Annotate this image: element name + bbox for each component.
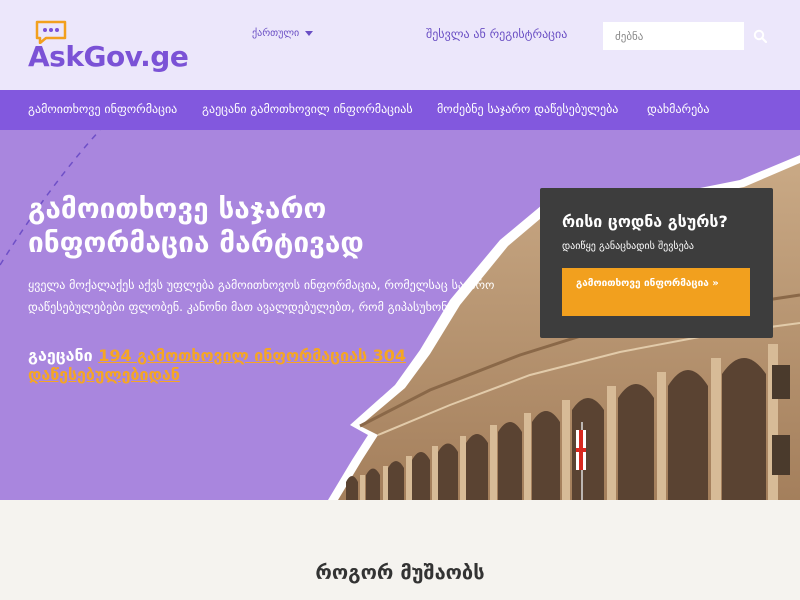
cta-title: რისი ცოდნა გსურს? [562,212,728,231]
cta-subtitle: დაიწყე განაცხადის შევსება [562,241,694,252]
language-selector[interactable]: ქართული [252,28,314,39]
nav-item-request-information[interactable]: გამოითხოვე ინფორმაცია [28,102,177,116]
how-it-works-title: როგორ მუშაობს [315,560,485,584]
search-input[interactable] [603,22,744,50]
hero-stats: გაეცანი 194 გამოთხოვილ ინფორმაციას 304 დ… [28,346,508,384]
search-button[interactable] [748,22,772,50]
search-icon [753,29,767,43]
nav-item-help[interactable]: დახმარება [647,102,710,116]
login-register-link[interactable]: შესვლა ან რეგისტრაცია [426,27,567,41]
chevron-down-icon [305,31,314,36]
nav-item-browse-requests[interactable]: გაეცანი გამოთხოვილ ინფორმაციას [202,102,413,116]
stats-prefix: გაეცანი [28,346,99,365]
logo-text: AskGov.ge [28,40,189,73]
hero-description: ყველა მოქალაქეს აქვს უფლება გამოითხოვოს … [28,278,495,314]
how-it-works-section: როგორ მუშაობს [0,500,800,600]
request-cta-card: რისი ცოდნა გსურს? დაიწყე განაცხადის შევს… [540,188,773,338]
nav-item-find-authority[interactable]: მოძებნე საჯარო დაწესებულება [437,102,618,116]
request-information-button[interactable]: გამოითხოვე ინფორმაცია » [562,268,750,316]
language-label: ქართული [252,28,300,39]
main-nav: გამოითხოვე ინფორმაცია გაეცანი გამოთხოვილ… [0,90,800,130]
site-header: AskGov.ge ქართული შესვლა ან რეგისტრაცია [0,0,800,90]
hero-title: გამოითხოვე საჯარო ინფორმაცია მარტივად [28,192,364,259]
